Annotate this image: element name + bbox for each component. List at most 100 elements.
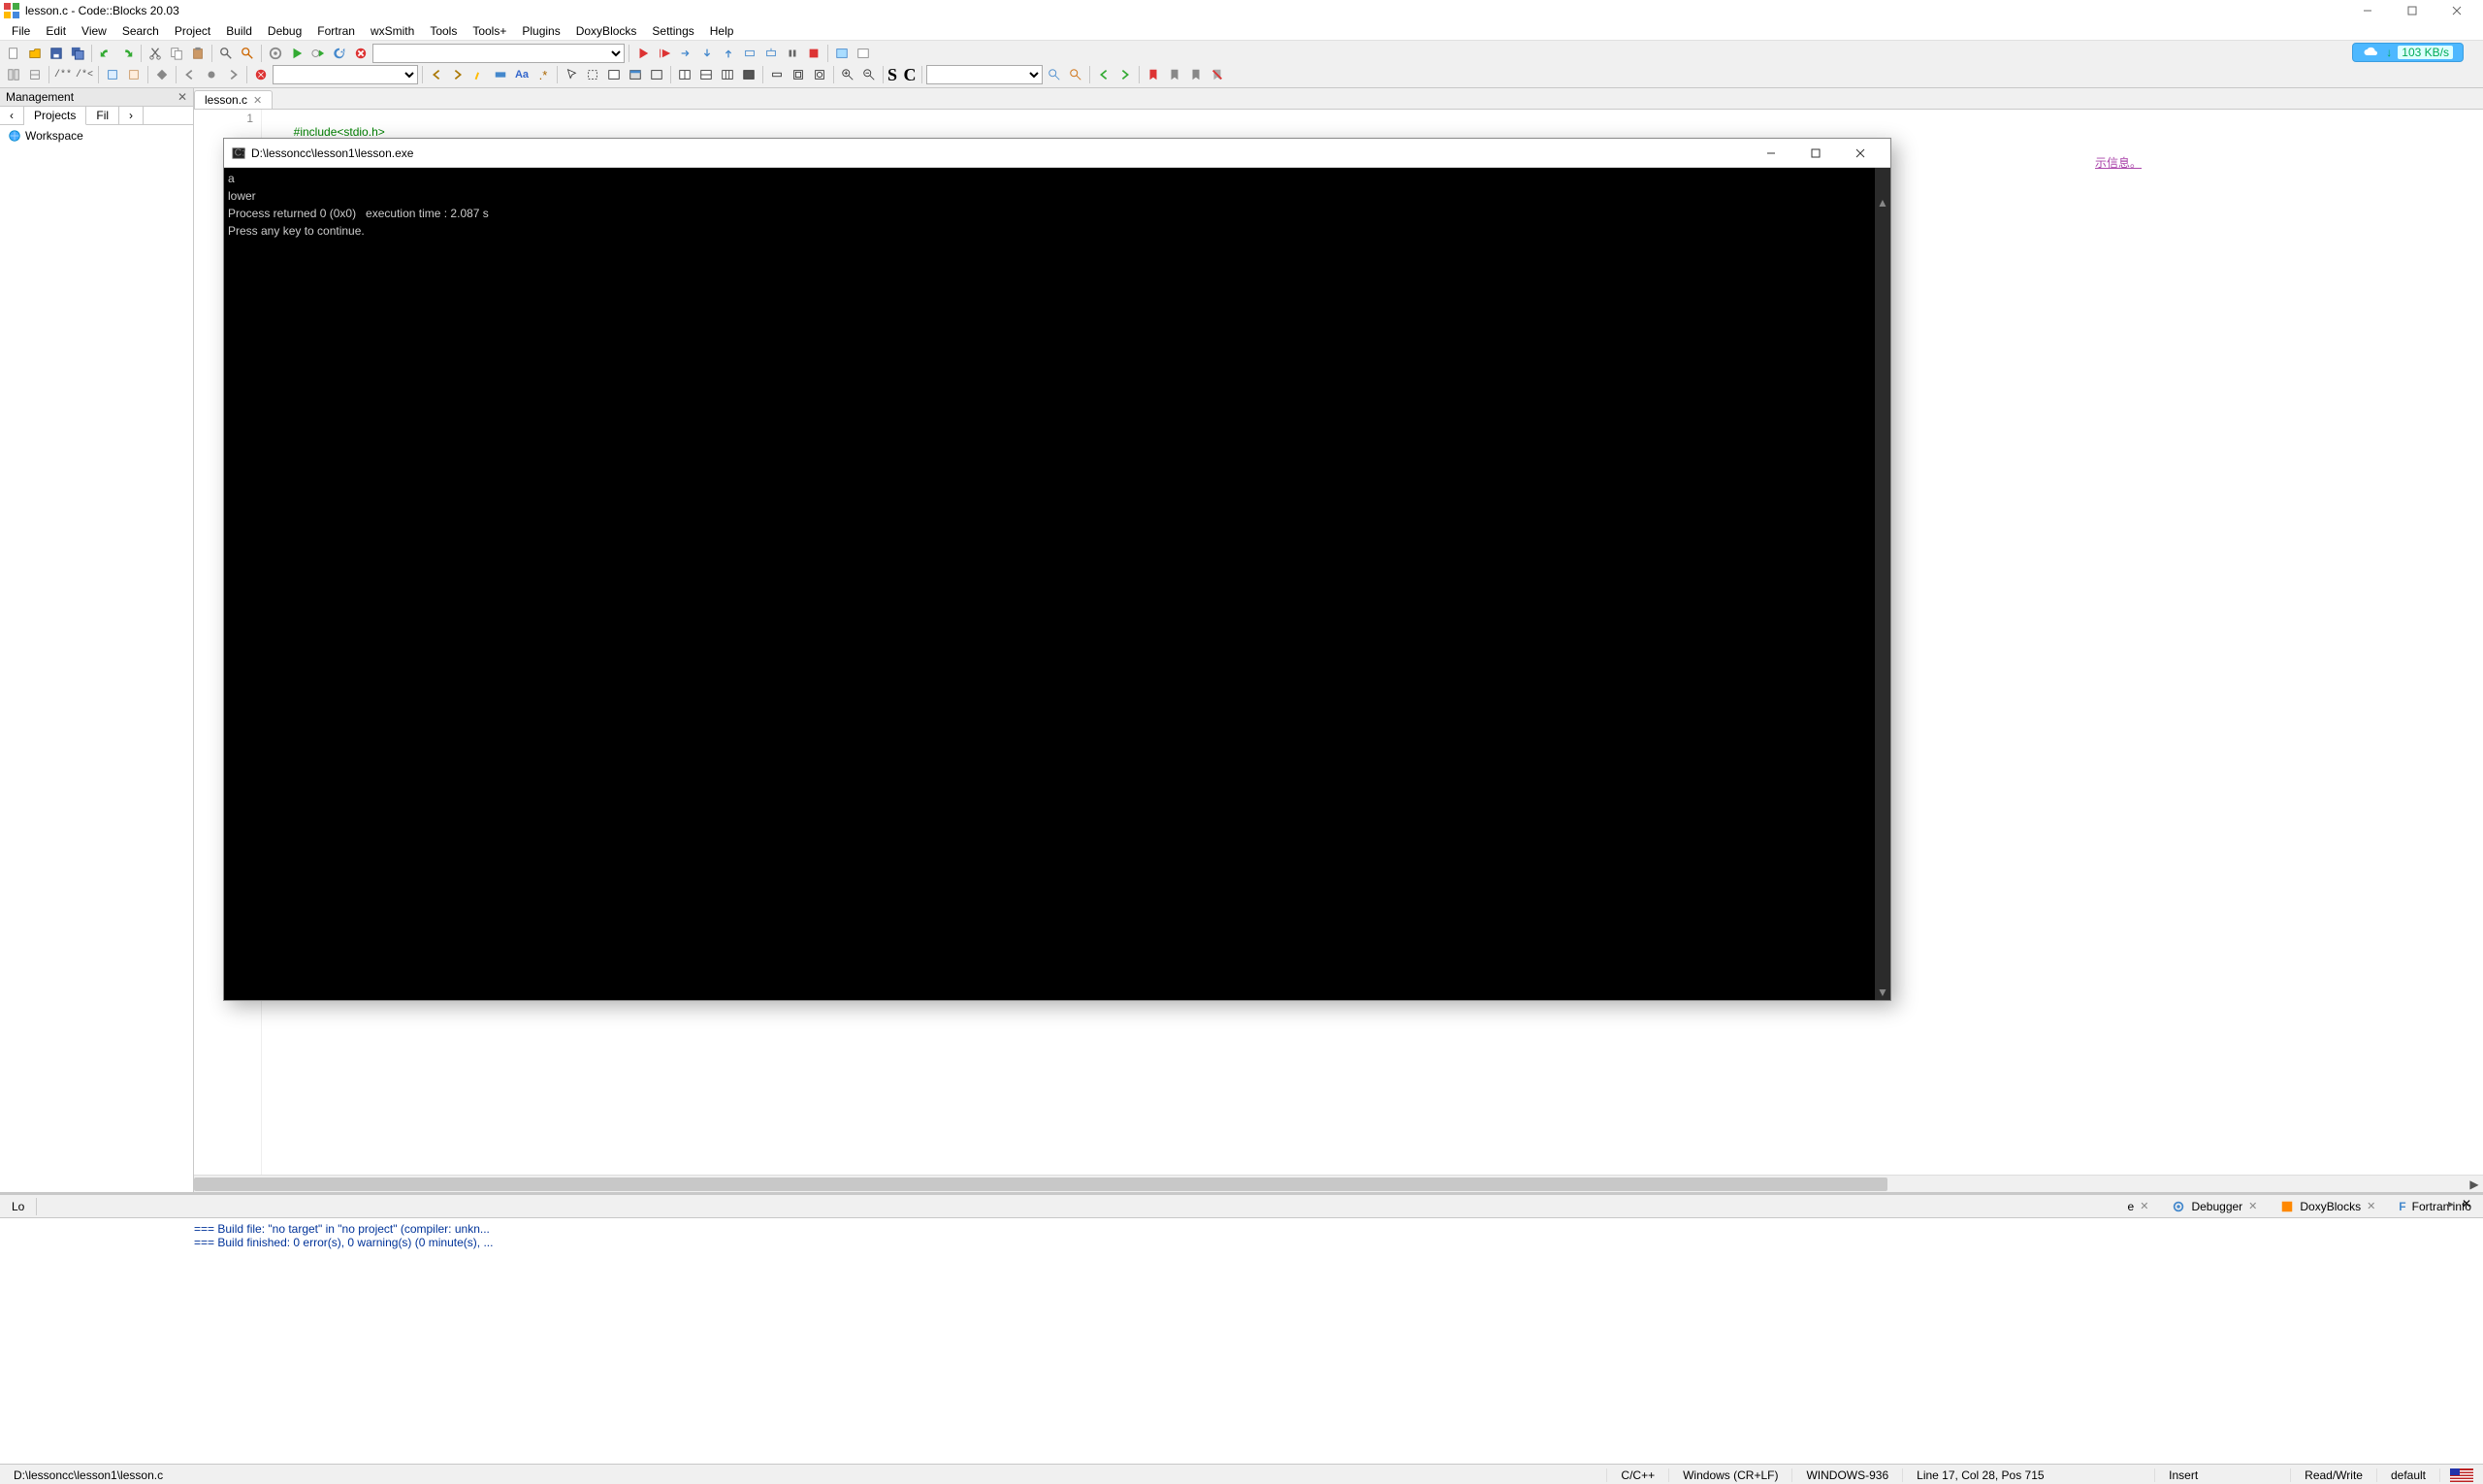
debug-window-icon[interactable] [832,44,852,63]
bookmark-toggle-icon[interactable] [1144,65,1163,84]
step-into-icon[interactable] [697,44,717,63]
mgmt-tab-projects[interactable]: Projects [24,107,86,125]
close-icon[interactable]: ✕ [2367,1200,2375,1212]
step-out-icon[interactable] [719,44,738,63]
comment-line-icon[interactable]: /*< [75,65,94,84]
menu-help[interactable]: Help [702,22,742,40]
menu-tools[interactable]: Tools [422,22,465,40]
bookmark-clear-icon[interactable] [1208,65,1227,84]
menu-toolsplus[interactable]: Tools+ [465,22,514,40]
symbol-combo[interactable] [926,65,1043,84]
build-target-combo[interactable] [372,44,625,63]
debug-run-icon[interactable] [633,44,653,63]
editor-tab-close-icon[interactable]: ✕ [253,94,262,107]
regex-icon[interactable]: .* [533,65,553,84]
scroll-right-icon[interactable]: ▶ [2467,1178,2481,1191]
logs-tab-debugger[interactable]: Debugger✕ [2160,1198,2269,1215]
logs-tab-cscope[interactable]: e✕ [2116,1198,2161,1215]
scroll-down-icon[interactable]: ▼ [1875,984,1890,1000]
insert-panel-icon[interactable] [604,65,624,84]
run-to-cursor-icon[interactable] [655,44,674,63]
stop-debug-icon[interactable] [804,44,823,63]
logs-close-all-icon[interactable]: ✕ [2454,1195,2479,1212]
console-titlebar[interactable]: C:\\ D:\lessoncc\lesson1\lesson.exe [224,139,1890,168]
management-close-icon[interactable]: ✕ [177,90,187,104]
find-icon[interactable] [216,44,236,63]
layout1-icon[interactable] [675,65,694,84]
cut-icon[interactable] [145,44,165,63]
save-all-icon[interactable] [68,44,87,63]
menu-edit[interactable]: Edit [38,22,74,40]
customctl-icon[interactable] [810,65,829,84]
toggle-source-icon[interactable] [4,65,23,84]
menu-settings[interactable]: Settings [644,22,701,40]
build-icon[interactable] [266,44,285,63]
layout4-icon[interactable] [739,65,758,84]
selected-text-icon[interactable] [491,65,510,84]
menu-plugins[interactable]: Plugins [514,22,567,40]
console-close-button[interactable] [1838,140,1883,167]
abort-icon[interactable] [351,44,371,63]
mgmt-tab-left-arrow[interactable]: ‹ [0,107,24,124]
close-icon[interactable]: ✕ [2248,1200,2257,1212]
editor-tab-lesson[interactable]: lesson.c ✕ [194,90,273,109]
cursor-icon[interactable] [562,65,581,84]
bookmark-prev-icon[interactable] [1165,65,1184,84]
diff-icon[interactable] [25,65,45,84]
match-case-icon[interactable]: Aa [512,65,532,84]
highlight-icon[interactable] [469,65,489,84]
close-icon[interactable]: ✕ [2140,1200,2148,1212]
maximize-button[interactable] [2390,0,2435,21]
replace-icon[interactable] [238,44,257,63]
network-speed-widget[interactable]: ↓ 103 KB/s [2352,43,2464,62]
step-into-instr-icon[interactable] [761,44,781,63]
menu-debug[interactable]: Debug [260,22,309,40]
save-icon[interactable] [47,44,66,63]
logs-tab-leftmost[interactable]: Lo [0,1198,37,1215]
insert-frame-icon[interactable] [647,65,666,84]
close-button[interactable] [2435,0,2479,21]
scrollbar-thumb[interactable] [194,1178,1887,1191]
jump-fwd-icon[interactable] [223,65,242,84]
find-symbol2-icon[interactable] [1066,65,1085,84]
next-instr-icon[interactable] [740,44,759,63]
minimize-button[interactable] [2345,0,2390,21]
paste-icon[interactable] [188,44,208,63]
console-minimize-button[interactable] [1749,140,1793,167]
stdctl-icon[interactable] [789,65,808,84]
search-combo[interactable] [273,65,418,84]
menu-wxsmith[interactable]: wxSmith [363,22,422,40]
build-run-icon[interactable] [308,44,328,63]
menu-doxyblocks[interactable]: DoxyBlocks [568,22,645,40]
run-icon[interactable] [287,44,306,63]
us-flag-icon[interactable] [2450,1468,2473,1482]
layout3-icon[interactable] [718,65,737,84]
mgmt-tab-files[interactable]: Fil [86,107,119,124]
rebuild-icon[interactable] [330,44,349,63]
undo-icon[interactable] [96,44,115,63]
doxy-wizard-icon[interactable] [103,65,122,84]
select-icon[interactable] [583,65,602,84]
doxy-extract-icon[interactable] [124,65,144,84]
logs-body[interactable]: === Build file: "no target" in "no proje… [0,1218,2483,1464]
find-symbol-icon[interactable] [1045,65,1064,84]
menu-view[interactable]: View [74,22,114,40]
next-icon[interactable] [448,65,468,84]
console-output[interactable]: a lower Process returned 0 (0x0) executi… [224,168,1890,1000]
jump-back-icon[interactable] [180,65,200,84]
editor-hscrollbar[interactable]: ▶ [194,1175,2483,1192]
copy-icon[interactable] [167,44,186,63]
open-icon[interactable] [25,44,45,63]
bookmark-next-icon[interactable] [1186,65,1206,84]
menu-file[interactable]: File [4,22,38,40]
doxy-run-icon[interactable] [152,65,172,84]
menu-search[interactable]: Search [114,22,167,40]
redo-icon[interactable] [117,44,137,63]
prev-icon[interactable] [427,65,446,84]
menu-build[interactable]: Build [218,22,260,40]
jump-clear-icon[interactable] [251,65,271,84]
zoom-in-icon[interactable] [838,65,857,84]
spacer-icon[interactable] [767,65,787,84]
menu-fortran[interactable]: Fortran [309,22,363,40]
zoom-out-icon[interactable] [859,65,879,84]
